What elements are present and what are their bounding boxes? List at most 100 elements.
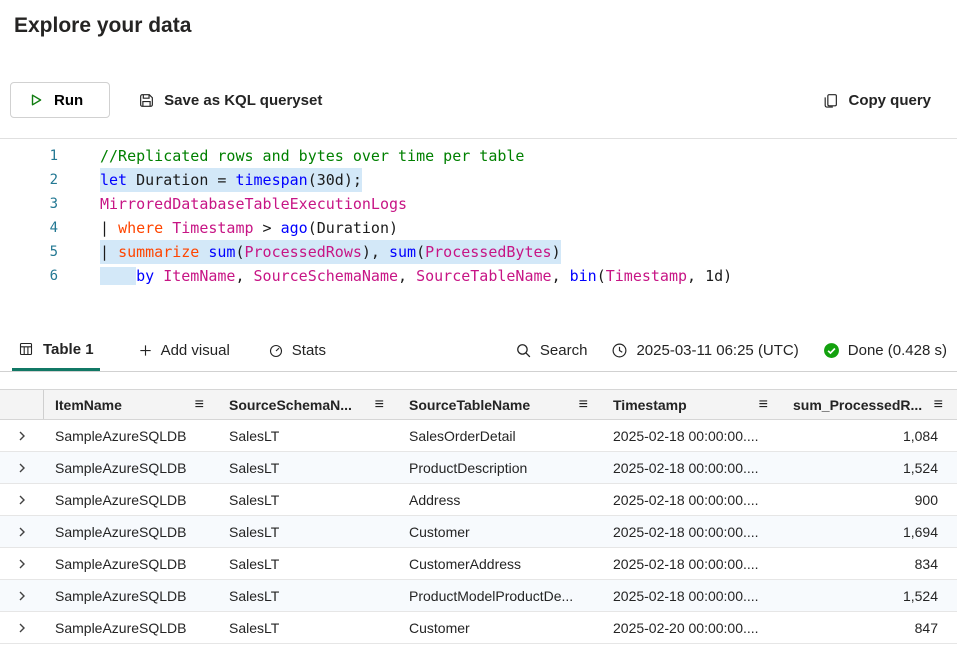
table-cell: Customer — [398, 620, 602, 636]
table-cell: 2025-02-18 00:00:00.... — [602, 524, 782, 540]
copy-query-label: Copy query — [848, 92, 931, 109]
row-expander[interactable] — [0, 516, 44, 547]
line-content: MirroredDatabaseTableExecutionLogs — [100, 192, 407, 216]
table-row[interactable]: SampleAzureSQLDBSalesLTAddress2025-02-18… — [0, 484, 957, 516]
stats-button[interactable]: Stats — [268, 342, 326, 359]
query-timestamp-label: 2025-03-11 06:25 (UTC) — [636, 342, 798, 359]
results-status-group: Search 2025-03-11 06:25 (UTC) Done (0.42… — [491, 342, 947, 359]
line-content: //Replicated rows and bytes over time pe… — [100, 144, 524, 168]
copy-query-button[interactable]: Copy query — [822, 92, 931, 109]
plus-icon — [138, 343, 153, 358]
search-button[interactable]: Search — [515, 342, 588, 359]
code-token: summarize — [118, 243, 199, 261]
line-content: let Duration = timespan(30d); — [100, 168, 362, 192]
table-cell: 1,694 — [782, 524, 957, 540]
code-token: , — [552, 267, 570, 285]
chevron-right-icon — [16, 494, 28, 506]
row-expander[interactable] — [0, 452, 44, 483]
table-cell: 2025-02-18 00:00:00.... — [602, 460, 782, 476]
code-token: SourceTableName — [416, 267, 551, 285]
column-menu-icon[interactable]: ≡ — [934, 396, 943, 414]
line-content: | summarize sum(ProcessedRows), sum(Proc… — [100, 240, 561, 264]
code-line[interactable]: 3MirroredDatabaseTableExecutionLogs — [0, 192, 957, 216]
table-cell: 2025-02-18 00:00:00.... — [602, 428, 782, 444]
check-circle-icon — [823, 342, 840, 359]
chevron-right-icon — [16, 430, 28, 442]
table-row[interactable]: SampleAzureSQLDBSalesLTProductModelProdu… — [0, 580, 957, 612]
line-number: 6 — [0, 264, 58, 288]
table-cell: SampleAzureSQLDB — [44, 556, 218, 572]
save-kql-label: Save as KQL queryset — [164, 92, 322, 109]
code-token: ago — [281, 219, 308, 237]
row-expander[interactable] — [0, 548, 44, 579]
column-header[interactable]: sum_ProcessedR...≡ — [782, 390, 957, 419]
code-token: , — [235, 267, 253, 285]
page-title: Explore your data — [14, 12, 957, 40]
chevron-right-icon — [16, 558, 28, 570]
code-token: ItemName — [163, 267, 235, 285]
chevron-right-icon — [16, 590, 28, 602]
table-cell: SampleAzureSQLDB — [44, 620, 218, 636]
table-cell: SampleAzureSQLDB — [44, 492, 218, 508]
kql-code-editor[interactable]: 1 //Replicated rows and bytes over time p… — [0, 138, 957, 330]
table-row[interactable]: SampleAzureSQLDBSalesLTCustomer2025-02-1… — [0, 516, 957, 548]
status-done: Done (0.428 s) — [823, 342, 947, 359]
row-expander[interactable] — [0, 420, 44, 451]
table-row[interactable]: SampleAzureSQLDBSalesLTSalesOrderDetail2… — [0, 420, 957, 452]
column-header[interactable]: SourceSchemaN...≡ — [218, 390, 398, 419]
line-content: by ItemName, SourceSchemaName, SourceTab… — [100, 264, 732, 288]
table-cell: SalesLT — [218, 620, 398, 636]
save-kql-queryset-button[interactable]: Save as KQL queryset — [138, 92, 322, 109]
table-cell: SampleAzureSQLDB — [44, 428, 218, 444]
code-token: //Replicated rows and bytes over time pe… — [100, 147, 524, 165]
column-menu-icon[interactable]: ≡ — [759, 396, 768, 414]
table-cell: 1,524 — [782, 588, 957, 604]
table-grid-icon — [18, 341, 34, 357]
table-row[interactable]: SampleAzureSQLDBSalesLTCustomer2025-02-2… — [0, 612, 957, 644]
row-expander[interactable] — [0, 580, 44, 611]
column-header[interactable]: Timestamp ≡ — [602, 390, 782, 419]
column-menu-icon[interactable]: ≡ — [579, 396, 588, 414]
stats-label: Stats — [292, 342, 326, 359]
code-token: ( — [416, 243, 425, 261]
line-content: | where Timestamp > ago(Duration) — [100, 216, 398, 240]
row-expander[interactable] — [0, 612, 44, 643]
code-line[interactable]: 4| where Timestamp > ago(Duration) — [0, 216, 957, 240]
run-button[interactable]: Run — [10, 82, 110, 118]
copy-icon — [822, 92, 839, 109]
tab-table-1-label: Table 1 — [43, 341, 94, 358]
code-line[interactable]: 5| summarize sum(ProcessedRows), sum(Pro… — [0, 240, 957, 264]
table-row[interactable]: SampleAzureSQLDBSalesLTProductDescriptio… — [0, 452, 957, 484]
table-cell: 847 — [782, 620, 957, 636]
results-body: SampleAzureSQLDBSalesLTSalesOrderDetail2… — [0, 420, 957, 644]
run-label: Run — [54, 92, 83, 109]
code-token: MirroredDatabaseTableExecutionLogs — [100, 195, 407, 213]
column-header[interactable]: ItemName≡ — [44, 390, 218, 419]
code-token — [163, 219, 172, 237]
table-cell: 834 — [782, 556, 957, 572]
header-cell-expander — [0, 390, 44, 419]
code-line[interactable]: 1 //Replicated rows and bytes over time p… — [0, 144, 957, 168]
tab-table-1[interactable]: Table 1 — [12, 330, 100, 371]
code-token: Timestamp — [172, 219, 253, 237]
column-menu-icon[interactable]: ≡ — [375, 396, 384, 414]
code-token: timespan — [235, 171, 307, 189]
play-icon — [28, 92, 44, 108]
column-header-label: Timestamp — [613, 397, 687, 413]
table-cell: SampleAzureSQLDB — [44, 524, 218, 540]
code-line[interactable]: 2let Duration = timespan(30d); — [0, 168, 957, 192]
line-number: 1 — [0, 144, 58, 168]
code-line[interactable]: 6 by ItemName, SourceSchemaName, SourceT… — [0, 264, 957, 288]
results-header: ItemName≡SourceSchemaN...≡SourceTableNam… — [0, 389, 957, 420]
table-row[interactable]: SampleAzureSQLDBSalesLTCustomerAddress20… — [0, 548, 957, 580]
row-expander[interactable] — [0, 484, 44, 515]
table-cell: SalesLT — [218, 428, 398, 444]
code-token: > — [254, 219, 281, 237]
add-visual-button[interactable]: Add visual — [138, 342, 230, 359]
code-token: ) — [552, 243, 561, 261]
column-menu-icon[interactable]: ≡ — [195, 396, 204, 414]
table-cell: Customer — [398, 524, 602, 540]
column-header[interactable]: SourceTableName≡ — [398, 390, 602, 419]
table-cell: SampleAzureSQLDB — [44, 460, 218, 476]
table-cell: 900 — [782, 492, 957, 508]
